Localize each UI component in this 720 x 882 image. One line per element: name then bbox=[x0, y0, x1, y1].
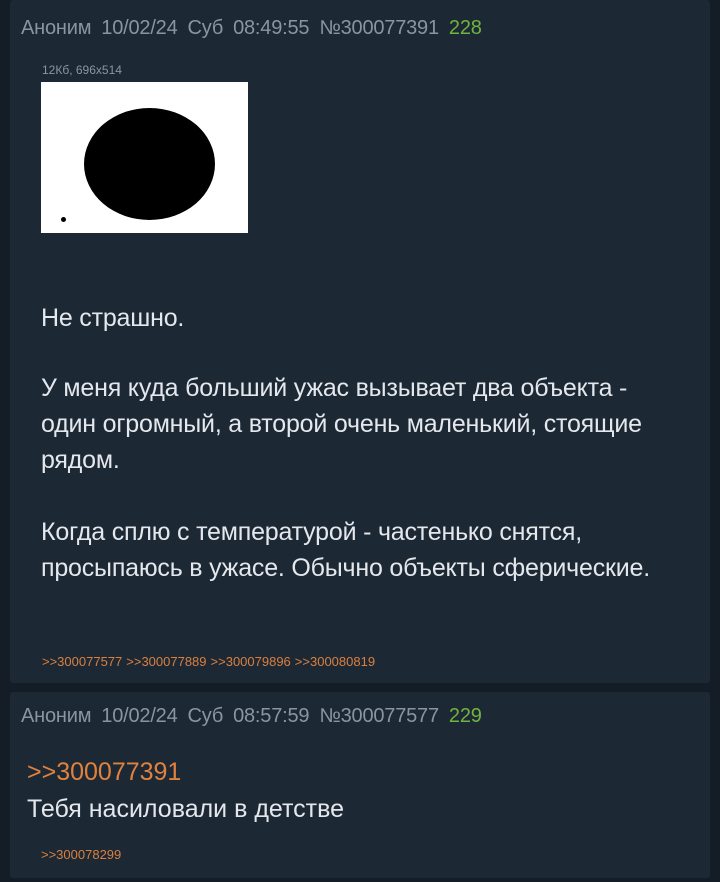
post-index: 229 bbox=[448, 705, 482, 727]
image-thumbnail[interactable] bbox=[41, 82, 248, 233]
post-time: 08:49:55 bbox=[233, 17, 310, 39]
reply-link[interactable]: >>300078299 bbox=[41, 847, 121, 862]
quote-link[interactable]: >>300077391 bbox=[27, 758, 181, 787]
message-paragraph: У меня куда больший ужас вызывает два об… bbox=[41, 374, 642, 474]
post-message: Когда сплю с температурой - частенько сн… bbox=[41, 514, 691, 586]
reply-link[interactable]: >>300077889 bbox=[126, 654, 206, 669]
post-index: 228 bbox=[448, 17, 482, 39]
post-date: 10/02/24 bbox=[101, 17, 178, 39]
post-message: Не страшно. bbox=[41, 300, 701, 336]
post-header: Аноним 10/02/24 Суб 08:57:59 №300077577 229 bbox=[21, 705, 492, 728]
post-header: Аноним 10/02/24 Суб 08:49:55 №300077391 228 bbox=[21, 17, 492, 40]
reply-link[interactable]: >>300080819 bbox=[295, 654, 375, 669]
message-paragraph: Когда сплю с температурой - частенько сн… bbox=[41, 518, 650, 582]
post-day: Суб bbox=[187, 705, 224, 727]
file-info: 12Кб, 696x514 bbox=[42, 63, 122, 77]
post-day: Суб bbox=[187, 17, 224, 39]
reply-links: >>300077577 >>300077889 >>300079896 >>30008… bbox=[42, 654, 379, 669]
post-date: 10/02/24 bbox=[101, 705, 178, 727]
reply-link[interactable]: >>300079896 bbox=[211, 654, 291, 669]
post: Аноним 10/02/24 Суб 08:49:55 №300077391 228 1… bbox=[10, 0, 710, 683]
reply-link[interactable]: >>300077577 bbox=[42, 654, 122, 669]
post-time: 08:57:59 bbox=[233, 705, 310, 727]
post-author[interactable]: Аноним bbox=[21, 705, 91, 727]
post: Аноним 10/02/24 Суб 08:57:59 №300077577 229 >… bbox=[10, 692, 710, 878]
post-number[interactable]: №300077577 bbox=[319, 705, 439, 727]
reply-links: >>300078299 bbox=[41, 847, 125, 862]
small-black-dot bbox=[61, 217, 66, 222]
post-number[interactable]: №300077391 bbox=[319, 17, 439, 39]
message-paragraph: Не страшно. bbox=[41, 304, 185, 332]
post-message: Тебя насиловали в детстве bbox=[27, 795, 345, 823]
post-author[interactable]: Аноним bbox=[21, 17, 91, 39]
post-message: У меня куда больший ужас вызывает два об… bbox=[41, 370, 681, 478]
large-black-circle bbox=[84, 108, 215, 220]
